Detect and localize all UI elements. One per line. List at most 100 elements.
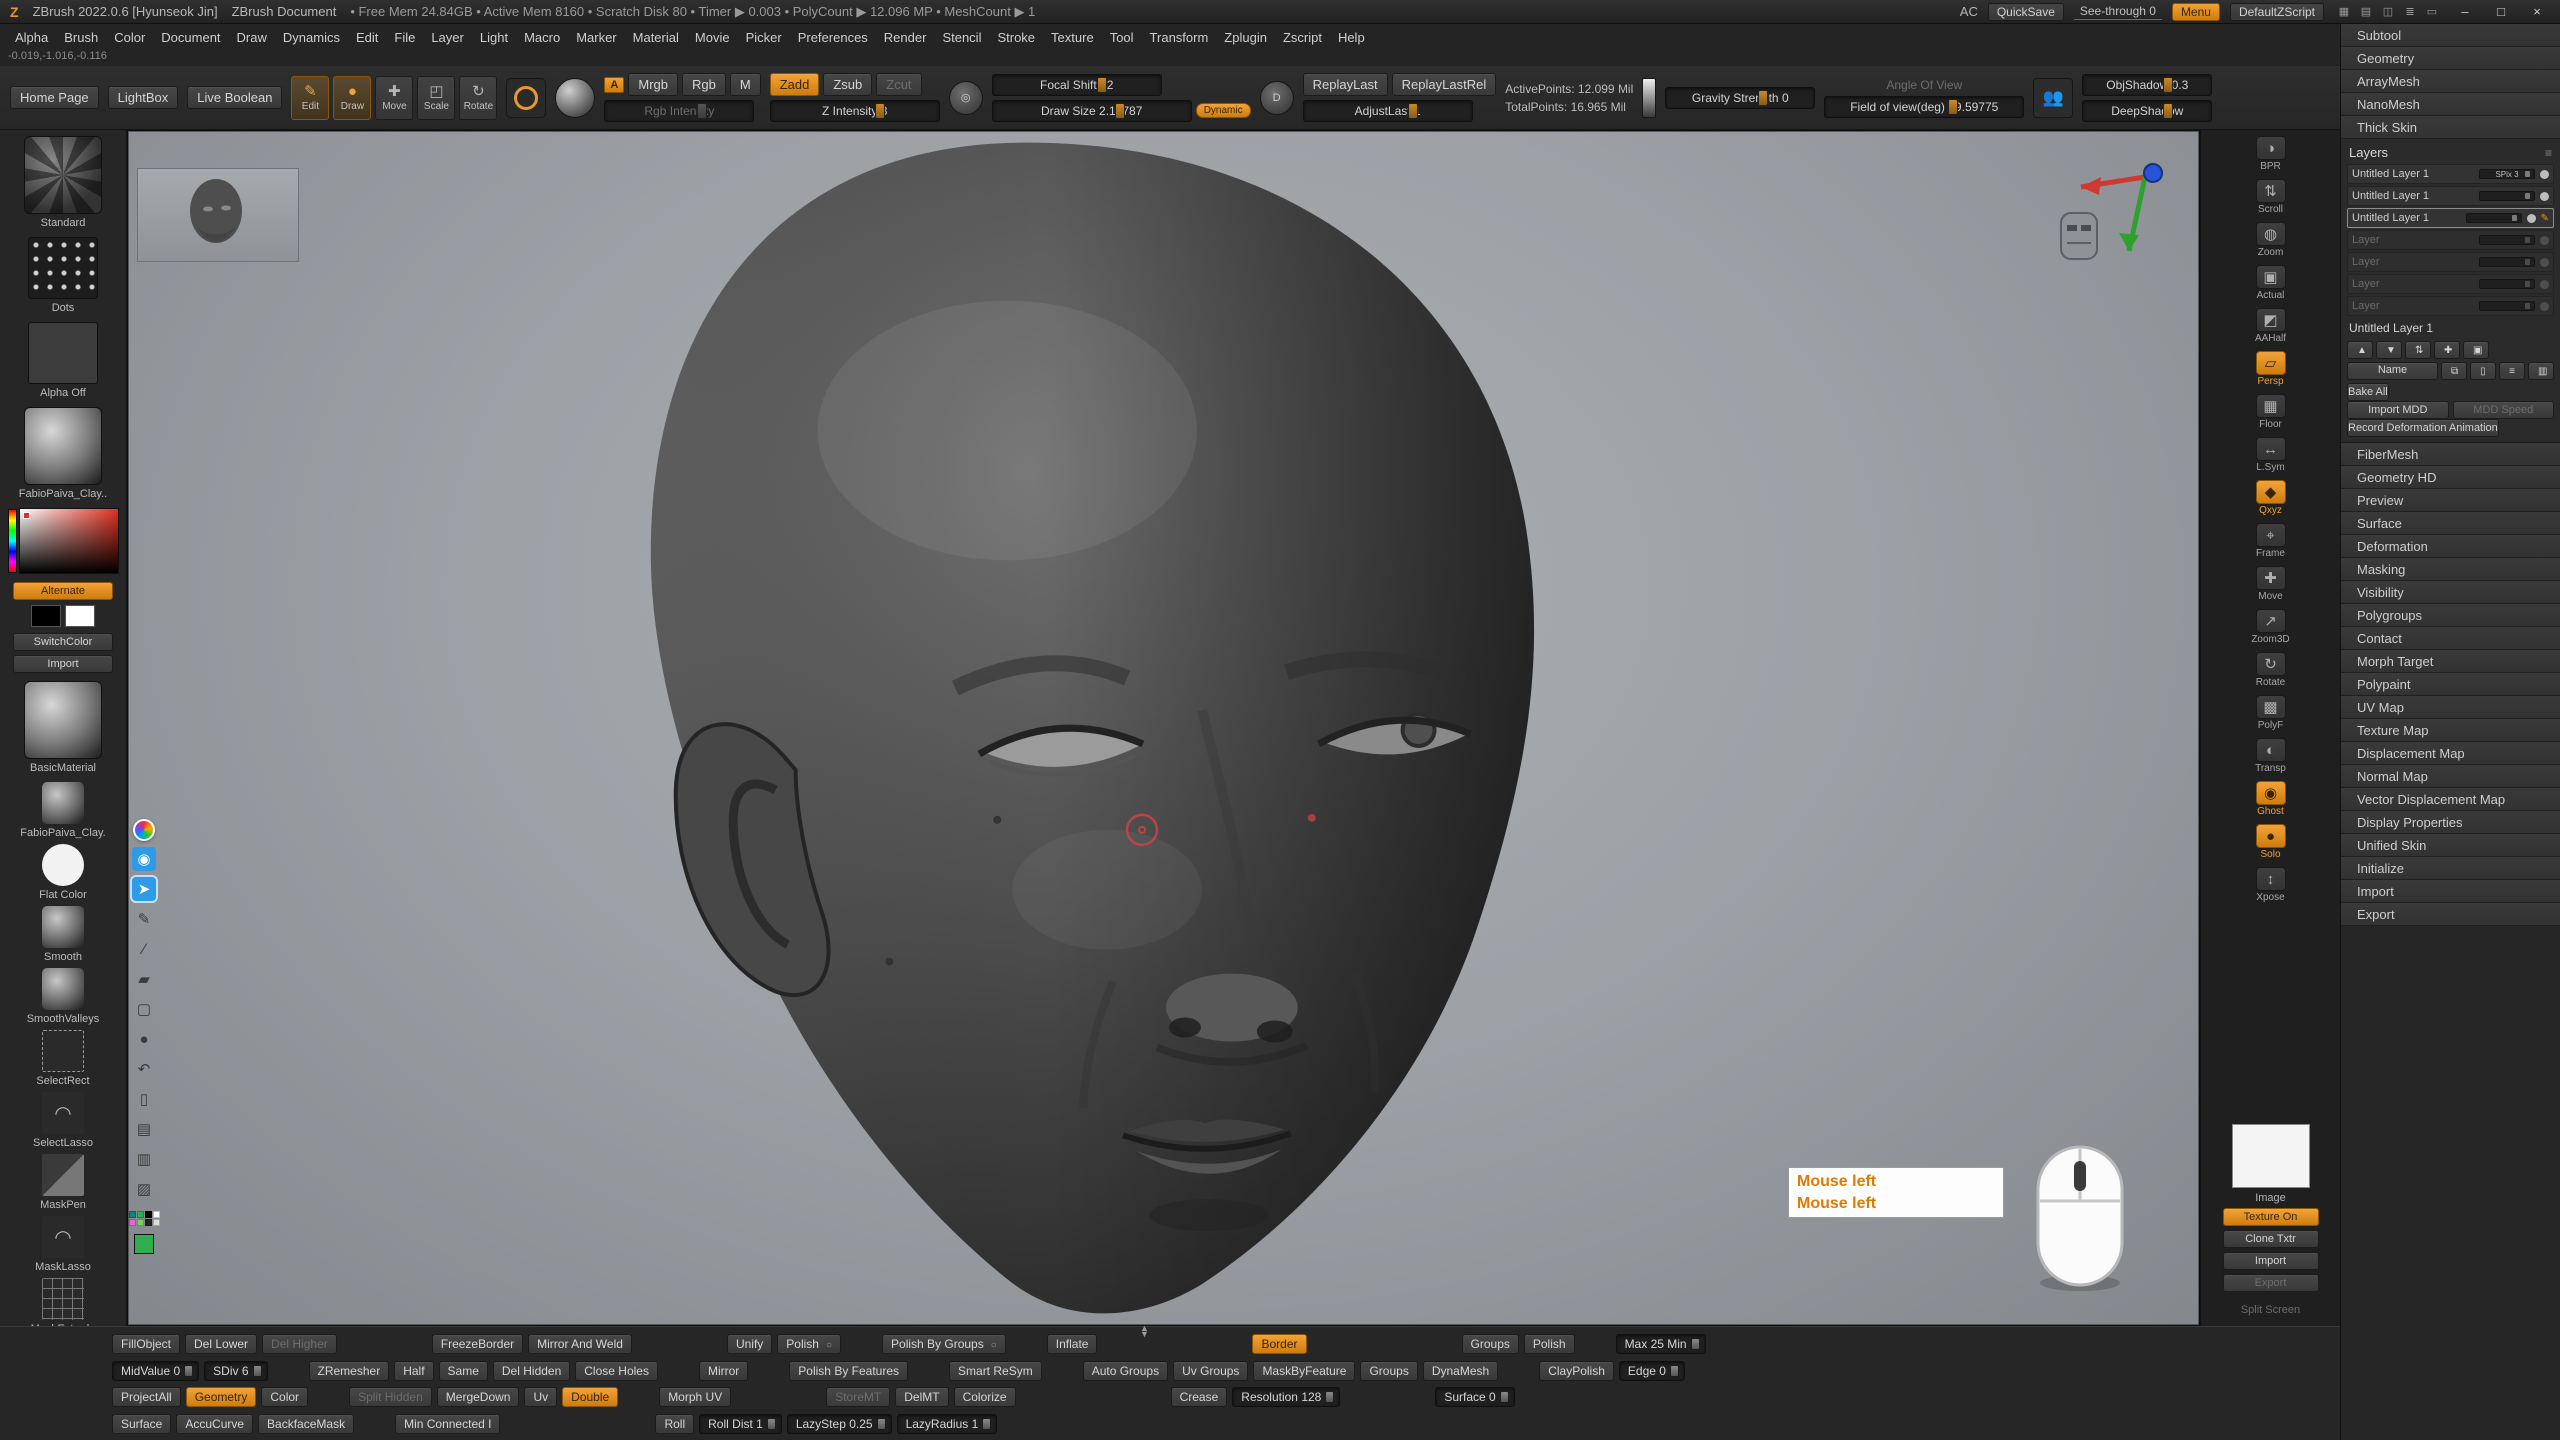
scroll-button[interactable]: ⇅ Scroll — [2243, 179, 2299, 215]
palette-section[interactable]: Contact — [2341, 627, 2560, 650]
bottom-tray-button[interactable]: Min Connected I — [395, 1414, 500, 1434]
qxyz-button[interactable]: ◆ Qxyz — [2243, 480, 2299, 516]
layer-visibility-icon[interactable] — [2540, 236, 2549, 245]
layers-menu-icon[interactable]: ≡ — [2545, 146, 2552, 160]
wide-view-icon[interactable]: ▭ — [2422, 4, 2442, 20]
obj-shadow-slider[interactable]: ObjShadow 0.3 — [2082, 74, 2212, 96]
menu-item[interactable]: Help — [1331, 28, 1372, 47]
shape-icon[interactable]: ▢ — [132, 997, 156, 1021]
bottom-tray-button[interactable]: Border — [1252, 1334, 1306, 1354]
brush-smooth[interactable]: Smooth — [42, 906, 84, 963]
menu-list-icon[interactable]: ≣ — [2400, 4, 2420, 20]
main-color-swatch[interactable] — [31, 605, 61, 627]
pencil-icon[interactable]: ✎ — [132, 907, 156, 931]
active-color-swatch[interactable] — [134, 1234, 154, 1254]
bottom-tray-button[interactable]: Polish — [1524, 1334, 1575, 1354]
floor-button[interactable]: ▦ Floor — [2243, 394, 2299, 430]
bottom-tray-button[interactable]: Polish By Features — [789, 1361, 908, 1381]
current-material[interactable]: BasicMaterial — [24, 681, 102, 774]
menu-item[interactable]: Zscript — [1276, 28, 1329, 47]
zadd-button[interactable]: Zadd — [770, 73, 820, 96]
dot-icon[interactable]: ● — [132, 1027, 156, 1051]
menu-item[interactable]: Brush — [57, 28, 105, 47]
bottom-tray-button[interactable]: Morph UV — [659, 1387, 731, 1407]
palette-section[interactable]: Display Properties — [2341, 811, 2560, 834]
secondary-color-swatch[interactable] — [65, 605, 95, 627]
bottom-tray-button[interactable]: Double — [562, 1387, 618, 1407]
clipboard-icon[interactable]: ▥ — [132, 1147, 156, 1171]
palette-section[interactable]: Import — [2341, 880, 2560, 903]
palette-section[interactable]: Deformation — [2341, 535, 2560, 558]
palette-section[interactable]: Visibility — [2341, 581, 2560, 604]
bottom-tray-button[interactable]: MergeDown — [437, 1387, 520, 1407]
layer-delete-button[interactable]: ▯ — [2470, 362, 2496, 380]
import-mdd-button[interactable]: Import MDD — [2347, 401, 2449, 419]
bottom-tray-button[interactable]: Groups — [1462, 1334, 1519, 1354]
menu-toggle-button[interactable]: Menu — [2172, 3, 2220, 21]
current-brush[interactable]: Standard — [24, 136, 102, 229]
brush-mask-pen[interactable]: MaskPen — [40, 1154, 86, 1211]
bottom-tray-button[interactable]: Surface 0 — [1435, 1387, 1514, 1407]
mrgb-button[interactable]: Mrgb — [628, 73, 678, 96]
layer-intensity-slider[interactable] — [2479, 191, 2535, 201]
bottom-tray-button[interactable]: MidValue 0 — [112, 1361, 199, 1381]
split-view-icon[interactable]: ◫ — [2378, 4, 2398, 20]
palette-section[interactable]: Surface — [2341, 512, 2560, 535]
layer-name-button[interactable]: Name — [2347, 362, 2438, 380]
palette-section[interactable]: UV Map — [2341, 696, 2560, 719]
layer-intensity-slider[interactable] — [2466, 213, 2522, 223]
zsub-button[interactable]: Zsub — [823, 73, 872, 96]
rgb-intensity-slider[interactable]: Rgb Intensity — [604, 100, 754, 122]
bottom-tray-button[interactable]: Polish — [777, 1334, 841, 1354]
brush-select-lasso[interactable]: SelectLasso — [33, 1092, 93, 1149]
menu-item[interactable]: Layer — [424, 28, 471, 47]
bottom-tray-button[interactable]: Close Holes — [575, 1361, 658, 1381]
bottom-tray-button[interactable]: ProjectAll — [112, 1387, 181, 1407]
palette-section[interactable]: ArrayMesh — [2341, 70, 2560, 93]
menu-item[interactable]: Texture — [1044, 28, 1101, 47]
bottom-tray-button[interactable]: Auto Groups — [1083, 1361, 1168, 1381]
layer-row[interactable]: Untitled Layer 1 — [2347, 208, 2554, 228]
bottom-tray-button[interactable]: Roll — [655, 1414, 694, 1434]
palette-dock-icon[interactable]: ▤ — [2356, 4, 2376, 20]
menu-item[interactable]: Preferences — [791, 28, 875, 47]
material-flat-color[interactable]: Flat Color — [39, 844, 87, 901]
palette-section[interactable]: Subtool — [2341, 24, 2560, 47]
material-fabiopaiva-clay[interactable]: FabioPaiva_Clay. — [20, 782, 105, 839]
layer-intensity-slider[interactable] — [2479, 279, 2535, 289]
menu-item[interactable]: Draw — [230, 28, 274, 47]
bottom-tray-button[interactable]: Edge 0 — [1619, 1361, 1685, 1381]
bottom-tray-button[interactable]: Surface — [112, 1414, 171, 1434]
bottom-tray-button[interactable]: Smart ReSym — [949, 1361, 1042, 1381]
bottom-tray-button[interactable]: Uv Groups — [1173, 1361, 1248, 1381]
bottom-tray-button[interactable]: Split Hidden — [349, 1387, 432, 1407]
palette-section[interactable]: FiberMesh — [2341, 443, 2560, 466]
palette-section[interactable]: Morph Target — [2341, 650, 2560, 673]
bottom-tray-button[interactable]: Color — [261, 1387, 308, 1407]
document-thumbnail[interactable] — [138, 169, 298, 261]
palette-section[interactable]: Export — [2341, 903, 2560, 926]
bottom-tray-button[interactable]: AccuCurve — [176, 1414, 253, 1434]
bottom-tray-button[interactable]: Del Hidden — [493, 1361, 570, 1381]
bottom-tray-button[interactable]: Polish By Groups — [882, 1334, 1006, 1354]
rotate-mode-button[interactable]: ↻ Rotate — [459, 76, 497, 120]
cursor-icon[interactable]: ➤ — [132, 877, 156, 901]
palette-section[interactable]: Geometry — [2341, 47, 2560, 70]
clone-txtr-button[interactable]: Clone Txtr — [2223, 1230, 2319, 1248]
palette-section[interactable]: Polygroups — [2341, 604, 2560, 627]
bottom-tray-button[interactable]: MaskByFeature — [1253, 1361, 1355, 1381]
default-zscript-button[interactable]: DefaultZScript — [2230, 3, 2324, 21]
menu-item[interactable]: Picker — [739, 28, 789, 47]
menu-item[interactable]: Stencil — [935, 28, 988, 47]
menu-item[interactable]: File — [387, 28, 422, 47]
viewport[interactable]: ◉➤✎∕▰▢●↶▯▤▥▨ Mouse left Mouse left — [127, 130, 2200, 1326]
layer-visibility-icon[interactable] — [2540, 302, 2549, 311]
bottom-tray-button[interactable]: Colorize — [954, 1387, 1016, 1407]
axis-gizmo[interactable] — [2053, 151, 2173, 321]
quicksave-button[interactable]: QuickSave — [1988, 3, 2064, 21]
menu-item[interactable]: Edit — [349, 28, 385, 47]
current-alpha[interactable]: Alpha Off — [28, 322, 98, 399]
layer-row[interactable]: Untitled Layer 1 SPix 3 — [2347, 164, 2554, 184]
hue-strip[interactable] — [8, 509, 17, 573]
replay-last-button[interactable]: ReplayLast — [1303, 73, 1388, 96]
